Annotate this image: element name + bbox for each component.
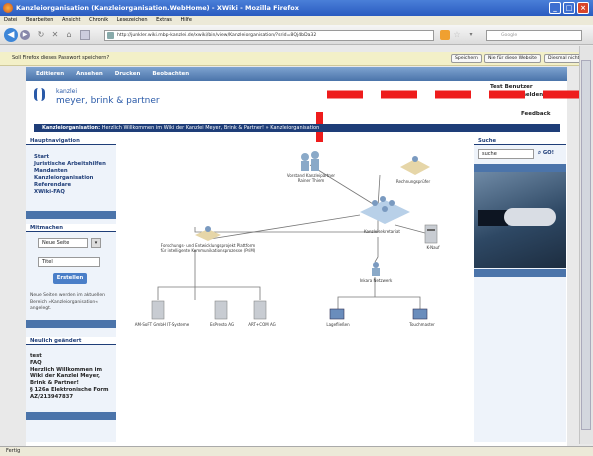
bookmark-star-icon[interactable]: ☆ (452, 30, 462, 40)
menu-chronik[interactable]: Chronik (89, 17, 108, 23)
home-icon[interactable]: ⌂ (64, 30, 74, 40)
window-title-bar: Kanzleiorganisation (Kanzleiorganisation… (0, 0, 593, 16)
back-icon[interactable]: ◀ (4, 28, 18, 42)
search-heading: Suche (474, 137, 566, 145)
menu-datei[interactable]: Datei (4, 17, 17, 23)
panel-footer (26, 211, 116, 219)
stop-icon[interactable]: ✕ (50, 30, 60, 40)
forward-icon[interactable]: ▶ (20, 30, 30, 40)
favicon-icon (107, 32, 114, 39)
hand-shape (504, 208, 556, 226)
status-text: Fertig (6, 448, 21, 454)
never-save-button[interactable]: Nie für diese Website (484, 54, 541, 63)
maximize-icon[interactable]: □ (563, 2, 575, 14)
nav-mandanten[interactable]: Mandanten (34, 168, 68, 174)
node-label: AM-SoFT GmbH IT-Systeme (134, 322, 190, 327)
navigation-toolbar: ◀ ▶ ↻ ✕ ⌂ http://junkler.wiki.mbp-kanzle… (0, 25, 593, 45)
brand-name: meyer, brink & partner (56, 96, 160, 106)
panel-footer (474, 269, 566, 277)
create-button[interactable]: Erstellen (53, 273, 87, 284)
not-now-button[interactable]: Diesmal nicht (544, 54, 584, 63)
view-button[interactable]: Ansehen (76, 71, 103, 77)
url-text: http://junkler.wiki.mbp-kanzlei.de/xwiki… (117, 33, 317, 38)
status-bar: Fertig (0, 446, 593, 456)
password-prompt: Soll Firefox dieses Passwort speichern? (12, 55, 110, 61)
watch-button[interactable]: Beobachten (152, 71, 189, 77)
breadcrumb: Kanzleiorganisation: Herzlich Willkommen… (34, 124, 560, 132)
recently-changed-heading: Neulich geändert (26, 337, 116, 345)
reload-icon[interactable]: ↻ (36, 30, 46, 40)
org-diagram: Vorstand Kanzleipartner Rainer Thiem Rec… (120, 137, 472, 442)
node-label: Rechnungsprüfer (395, 179, 431, 184)
save-password-button[interactable]: Speichern (451, 54, 482, 63)
panel-footer (26, 412, 116, 420)
panel-footer (474, 164, 566, 172)
title-input[interactable]: Titel (38, 257, 100, 267)
changed-item[interactable]: § 126a Elektronische Form (30, 387, 114, 394)
menu-hilfe[interactable]: Hilfe (181, 17, 192, 23)
node-label: EsPresto AG (209, 322, 235, 327)
create-help-text: Neue Seiten werden im aktuellen Bereich … (30, 293, 105, 311)
node-label: ART+COM AG (248, 322, 276, 327)
nav-kanzleiorganisation[interactable]: Kanzleiorganisation (34, 175, 93, 181)
changed-item[interactable]: AZ/213947837 (30, 394, 114, 401)
node-label: Vorstand Kanzleipartner Rainer Thiem (286, 173, 336, 183)
kanzlei-logo-icon (34, 88, 45, 101)
recently-changed-list: test FAQ Herzlich Willkommen im Wiki der… (30, 353, 114, 401)
chevron-down-icon[interactable]: ▾ (91, 238, 101, 248)
go-label: GO! (542, 150, 555, 156)
nav-xwiki-faq[interactable]: XWiki-FAQ (34, 189, 65, 195)
url-dropdown-icon[interactable]: ▾ (466, 30, 476, 40)
rss-icon[interactable] (440, 30, 450, 40)
node-label: Touchmaster (409, 322, 435, 327)
changed-item[interactable]: FAQ (30, 360, 114, 367)
menu-extras[interactable]: Extras (156, 17, 172, 23)
print-button[interactable]: Drucken (115, 71, 141, 77)
hauptnavigation-heading: Hauptnavigation (26, 137, 116, 145)
menu-bearbeiten[interactable]: Bearbeiten (26, 17, 53, 23)
wiki-search-input[interactable]: suche (478, 149, 534, 159)
changed-item[interactable]: test (30, 353, 114, 360)
node-label: Kanzleisekretariat (364, 229, 400, 234)
search-icon: ⌕ (538, 150, 541, 156)
search-input[interactable]: Google (486, 30, 582, 41)
edit-button[interactable]: Editieren (36, 71, 64, 77)
scrollbar-thumb[interactable] (581, 60, 591, 430)
site-identity-icon[interactable] (80, 30, 90, 40)
new-page-select[interactable]: Neue Seite (38, 238, 88, 248)
breadcrumb-label: Kanzleiorganisation: (42, 125, 101, 131)
password-notification-bar: Soll Firefox dieses Passwort speichern? … (0, 52, 593, 66)
menu-bar: Datei Bearbeiten Ansicht Chronik Lesezei… (0, 16, 593, 25)
brand-line1: kanzlei (56, 88, 78, 95)
nav-arbeitshilfen[interactable]: Juristische Arbeitshilfen (34, 161, 106, 167)
mitmachen-heading: Mitmachen (26, 224, 116, 232)
node-label: Inkara Netzwerk (359, 278, 393, 283)
window-title: Kanzleiorganisation (Kanzleiorganisation… (16, 4, 299, 12)
feedback-link[interactable]: Feedback (521, 111, 551, 117)
wiki-toolbar: Editieren Ansehen Drucken Beobachten (26, 67, 567, 81)
search-go-button[interactable]: ⌕ GO! (538, 150, 554, 157)
firefox-icon (3, 3, 13, 13)
node-label: Forschungs- und Entwicklungsprojekt Plat… (160, 243, 256, 253)
menu-lesezeichen[interactable]: Lesezeichen (117, 17, 148, 23)
changed-item[interactable]: Herzlich Willkommen im Wiki der Kanzlei … (30, 367, 114, 387)
minimize-icon[interactable]: _ (549, 2, 561, 14)
search-placeholder: Google (501, 33, 518, 38)
nav-referendare[interactable]: Referendare (34, 182, 71, 188)
breadcrumb-text[interactable]: Herzlich Willkommen im Wiki der Kanzlei … (102, 125, 320, 131)
computer-mouse-photo (474, 172, 566, 268)
panel-footer (26, 320, 116, 328)
close-icon[interactable]: × (577, 2, 589, 14)
nav-start[interactable]: Start (34, 154, 49, 160)
menu-ansicht[interactable]: Ansicht (62, 17, 80, 23)
node-label: Lagefließen (326, 322, 350, 327)
red-dashed-annotation (327, 90, 583, 99)
url-input[interactable]: http://junkler.wiki.mbp-kanzlei.de/xwiki… (104, 30, 434, 41)
node-label: K-Nauf (426, 245, 440, 250)
